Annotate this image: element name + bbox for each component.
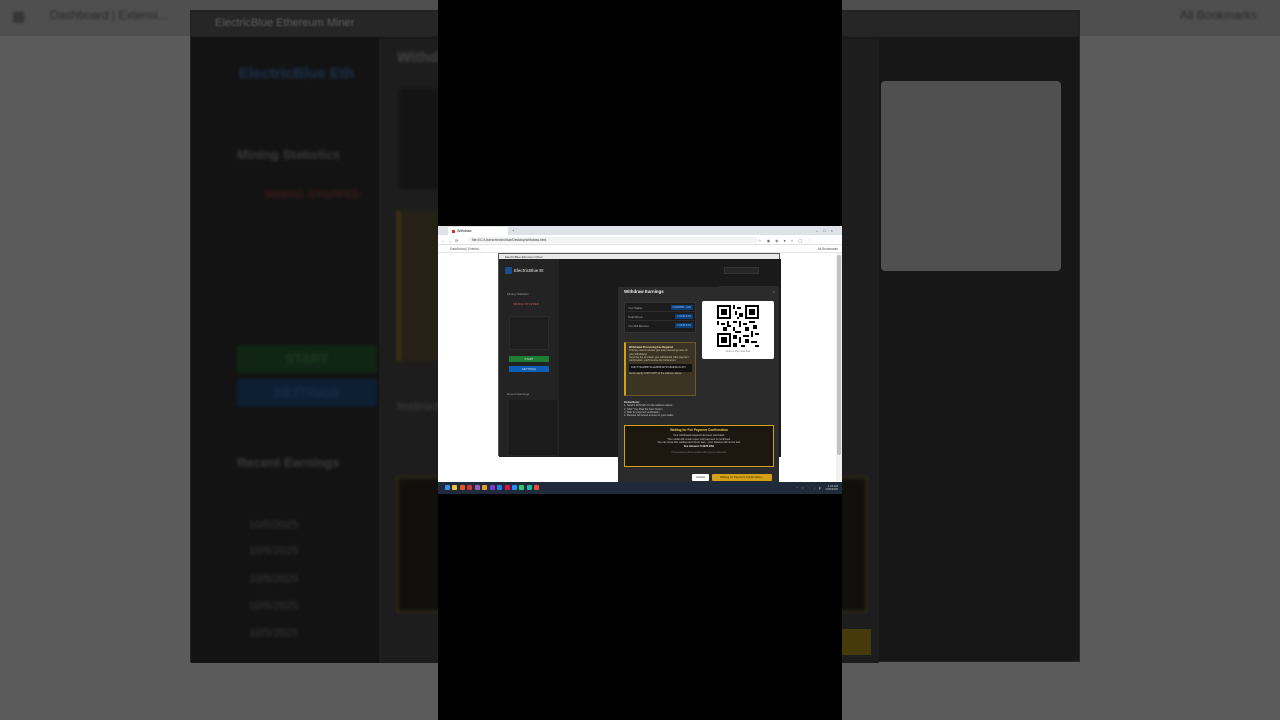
waiting-confirm-button[interactable]: Waiting for Payment Confirmation... — [712, 474, 772, 481]
app-icon[interactable] — [511, 485, 517, 490]
app-icon[interactable] — [534, 485, 540, 490]
stat-value: 0.0445 ETH — [675, 314, 693, 319]
explorer-icon[interactable] — [452, 485, 458, 490]
mining-statistics-label: Mining Statistics — [507, 292, 529, 296]
browser-tab-title: Withdraw — [457, 229, 472, 233]
app-icon[interactable] — [467, 485, 473, 490]
bookmark-item[interactable]: Dashboard | Extensi... — [450, 247, 481, 251]
recent-earnings-label: Recent Earnings — [507, 392, 530, 396]
stat-row: Total Mined 0.0445 ETH — [628, 313, 694, 321]
extension-icons[interactable]: ☆ ◉ ◈ ● ◐ ▢ ⋮ — [758, 238, 813, 243]
mining-status: MINING STOPPED — [513, 302, 539, 306]
bookmarks-bar: Dashboard | Extensi... All Bookmarks — [438, 245, 842, 253]
instructions: Instructions: 1. Send 0.0070 ETH to the … — [624, 401, 724, 417]
app-icon[interactable] — [526, 485, 532, 490]
scrollbar-thumb[interactable] — [837, 255, 841, 455]
stat-value: 0.0445 ETH — [675, 323, 693, 328]
app-icon[interactable] — [519, 485, 525, 490]
qr-card: Scan to Pay Gas Fee — [702, 301, 774, 359]
earnings-table — [509, 400, 557, 455]
app-icon[interactable] — [497, 485, 503, 490]
withdraw-stats: Your Wallet 0x6bf3f88...c9f1 Total Mined 0… — [624, 302, 696, 333]
app-icon[interactable] — [504, 485, 510, 490]
stat-row: Your Wallet 0x6bf3f88...c9f1 — [628, 304, 694, 312]
fee-address[interactable]: 0x6c7f4e2984f11a4d983d4f47e8a9d9cdc4f1 — [629, 364, 692, 372]
system-tray-icons[interactable]: ^ ▭ ◔ ♪ ▮ — [796, 486, 822, 490]
clock-date: 10/5/2025 — [825, 487, 838, 491]
stat-label: Total Mined — [628, 315, 643, 319]
windows-taskbar: ^ ▭ ◔ ♪ ▮ 1:23 AM 10/5/2025 — [438, 482, 842, 494]
send-exact: Send exactly 0.0070 ETH to the address a… — [629, 371, 682, 375]
stat-label: You Will Receive — [628, 324, 649, 328]
browser-window: Withdraw + –□× ←→⟳ file:///C:/Users/elec… — [438, 226, 842, 494]
app-logo-icon — [505, 267, 512, 274]
new-tab-icon[interactable]: + — [512, 228, 514, 233]
warning-line-1: This fee covers network gas and processi… — [629, 349, 688, 356]
start-button[interactable]: START — [509, 356, 549, 362]
header-chip — [724, 267, 759, 274]
app-sidebar: ElectricBlue Et Mining Statistics MINING… — [499, 259, 559, 457]
close-icon[interactable]: × — [773, 289, 775, 294]
app-icon[interactable] — [489, 485, 495, 490]
fee-amount: Fee Amount: 0.0070 ETH — [683, 444, 715, 448]
browser-tab-strip: Withdraw + –□× — [438, 226, 842, 235]
modal-title: Withdraw Earnings — [624, 289, 664, 294]
stat-label: Your Wallet — [628, 306, 643, 310]
app-icon[interactable] — [474, 485, 480, 490]
settings-button[interactable]: SETTINGS — [509, 366, 549, 372]
window-controls[interactable]: –□× — [816, 228, 838, 233]
waiting-panel: Waiting for Fee Payment Confirmation You… — [624, 425, 774, 467]
clock[interactable]: 1:23 AM 10/5/2025 — [826, 485, 838, 491]
withdraw-modal: Withdraw Earnings × Your Wallet 0x6bf3f88… — [618, 287, 779, 483]
gmail-icon — [452, 229, 455, 233]
stat-row: You Will Receive 0.0445 ETH — [628, 322, 694, 330]
miner-app-window: ElectricBlue Ethereum Miner ElectricBlue… — [498, 253, 781, 483]
warning-line-2: Send the fee to unlock your withdrawal. … — [629, 355, 689, 363]
firefox-icon[interactable] — [459, 485, 465, 490]
taskbar-icons — [445, 485, 541, 491]
app-name: ElectricBlue Et — [514, 268, 544, 273]
qr-caption: Scan to Pay Gas Fee — [725, 350, 751, 353]
stats-panel — [509, 316, 549, 350]
start-icon[interactable] — [445, 485, 450, 490]
page-content: ElectricBlue Ethereum Miner ElectricBlue… — [438, 253, 836, 483]
url-field[interactable]: file:///C:/Users/electricblue/Desktop/wi… — [468, 237, 758, 243]
cancel-button[interactable]: Cancel — [692, 474, 709, 481]
waiting-heading: Waiting for Fee Payment Confirmation — [670, 428, 728, 432]
qr-code-icon — [717, 305, 759, 347]
screen: ▦ Dashboard | Extensi... All Bookmarks E… — [0, 0, 1280, 720]
fee-warning: Withdrawal Processing Fee Required This … — [624, 342, 696, 396]
browser-tab-withdraw[interactable]: Withdraw — [448, 227, 508, 235]
nav-buttons[interactable]: ←→⟳ — [441, 238, 461, 243]
scrollbar[interactable] — [836, 253, 842, 482]
all-bookmarks[interactable]: All Bookmarks — [818, 247, 838, 251]
instruction-step: 4. Receive full mined amount in your wal… — [624, 414, 674, 418]
address-bar-row: ←→⟳ file:///C:/Users/electricblue/Deskto… — [438, 235, 842, 245]
waiting-subtext: Processing fee will be verified after pa… — [671, 452, 727, 455]
chrome-icon[interactable] — [482, 485, 488, 490]
stat-value: 0x6bf3f88...c9f1 — [670, 305, 693, 310]
